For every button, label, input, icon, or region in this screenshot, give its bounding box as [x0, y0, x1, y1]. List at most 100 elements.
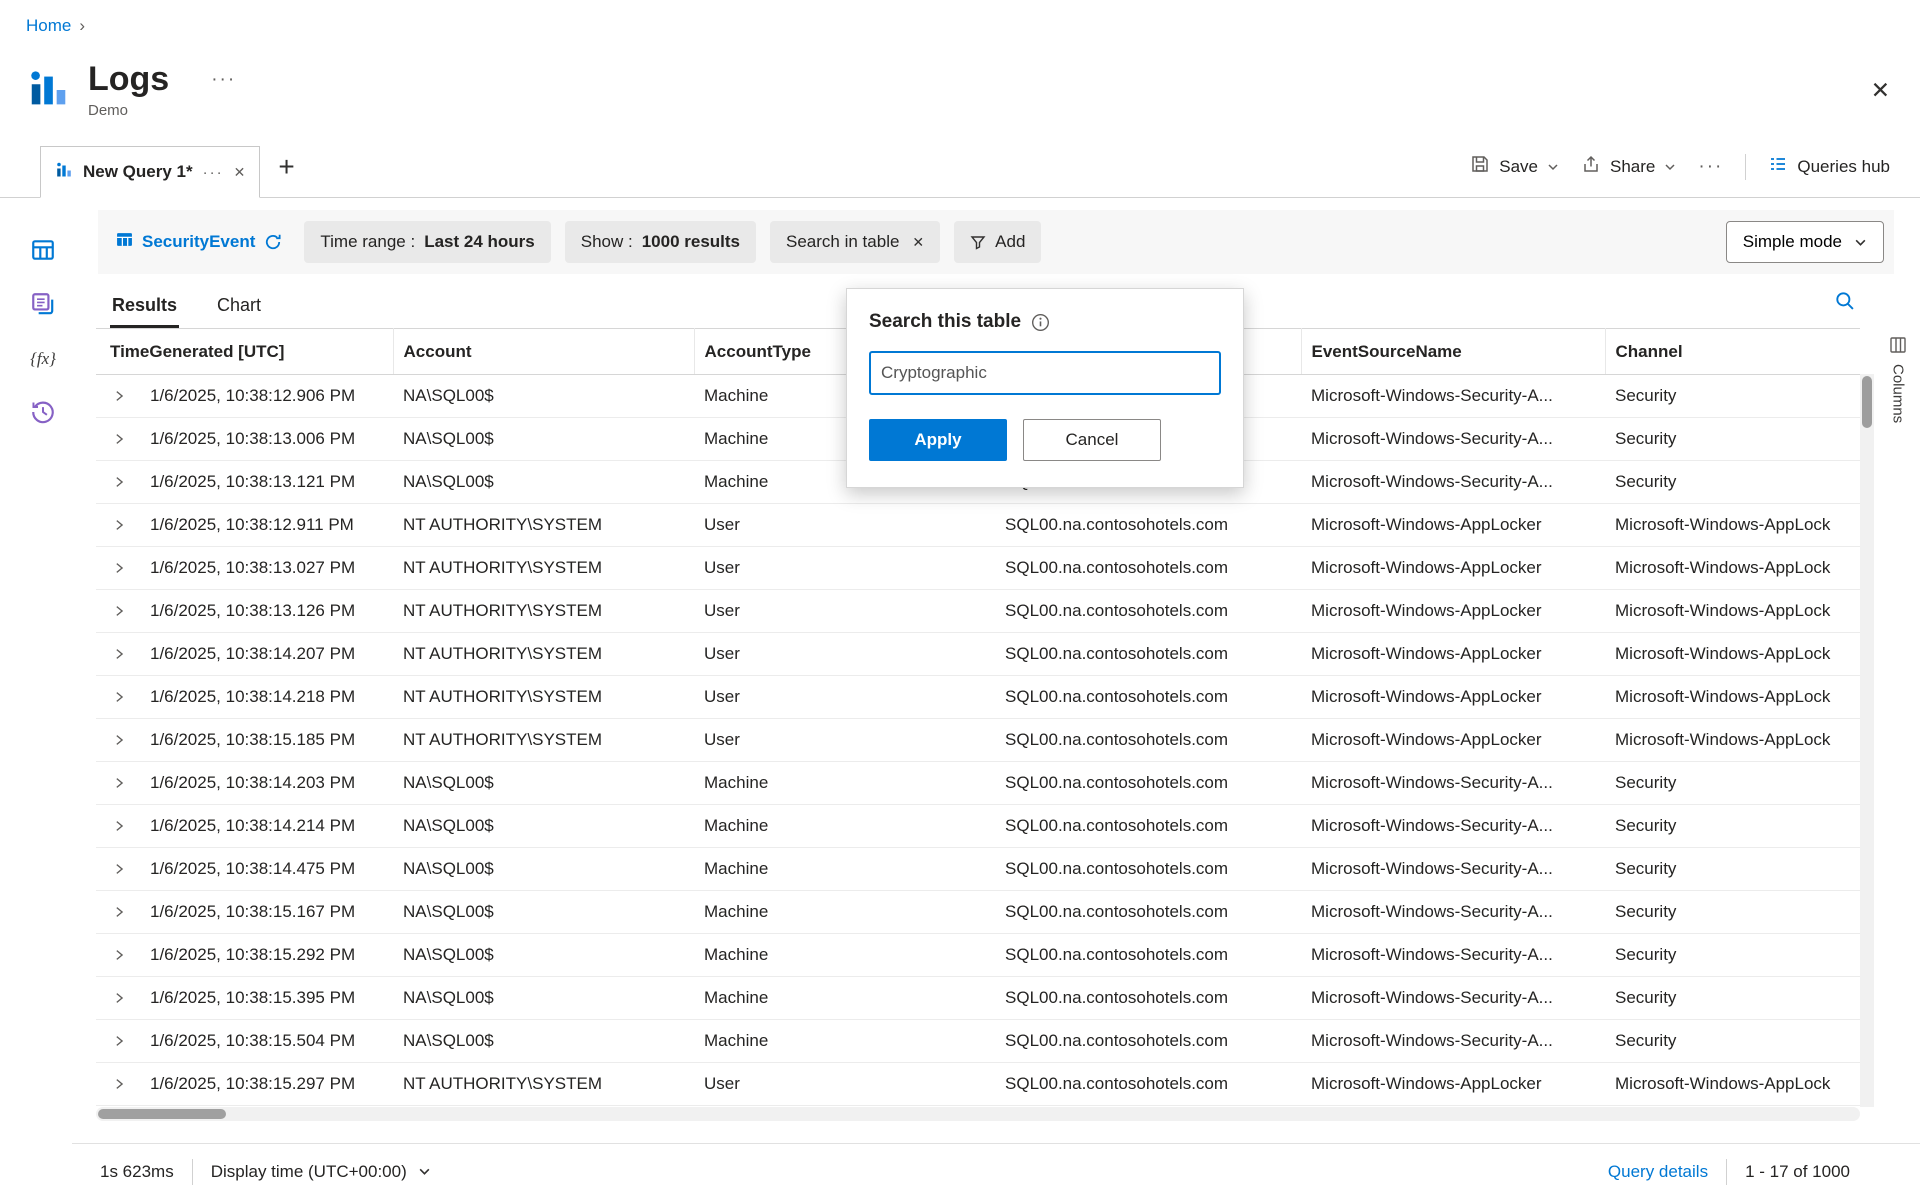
column-header-account[interactable]: Account: [393, 329, 694, 375]
row-expand-chevron[interactable]: [96, 547, 140, 590]
row-expand-chevron[interactable]: [96, 1063, 140, 1106]
left-sidebar: {fx}: [0, 198, 72, 1199]
columns-icon[interactable]: [1889, 336, 1907, 354]
tab-close-button[interactable]: ✕: [234, 164, 246, 181]
cell-computer: SQL00.na.contosohotels.com: [995, 590, 1301, 633]
cell-channel: Microsoft-Windows-AppLock: [1605, 547, 1860, 590]
row-expand-chevron[interactable]: [96, 461, 140, 504]
search-table-popup: Search this table Apply Cancel: [846, 288, 1244, 488]
cell-time: 1/6/2025, 10:38:14.203 PM: [140, 762, 393, 805]
apply-button[interactable]: Apply: [869, 419, 1007, 461]
table-row[interactable]: 1/6/2025, 10:38:14.214 PMNA\SQL00$Machin…: [96, 805, 1860, 848]
new-tab-button[interactable]: +: [278, 153, 294, 181]
header-more-button[interactable]: ···: [211, 69, 236, 91]
table-row[interactable]: 1/6/2025, 10:38:15.297 PMNT AUTHORITY\SY…: [96, 1063, 1860, 1106]
column-header-timegenerated[interactable]: TimeGenerated [UTC]: [96, 329, 393, 375]
table-row[interactable]: 1/6/2025, 10:38:13.027 PMNT AUTHORITY\SY…: [96, 547, 1860, 590]
cell-account-type: User: [694, 590, 995, 633]
functions-icon: {fx}: [30, 349, 56, 369]
share-button[interactable]: Share: [1581, 154, 1676, 179]
table-row[interactable]: 1/6/2025, 10:38:15.292 PMNA\SQL00$Machin…: [96, 934, 1860, 977]
row-expand-chevron[interactable]: [96, 805, 140, 848]
row-expand-chevron[interactable]: [96, 418, 140, 461]
query-tab[interactable]: New Query 1* ··· ✕: [40, 146, 260, 198]
search-table-input[interactable]: [869, 351, 1221, 395]
row-expand-chevron[interactable]: [96, 375, 140, 418]
close-icon[interactable]: ✕: [1871, 77, 1890, 104]
table-selector[interactable]: SecurityEvent: [108, 231, 290, 253]
row-expand-chevron[interactable]: [96, 504, 140, 547]
table-row[interactable]: 1/6/2025, 10:38:14.218 PMNT AUTHORITY\SY…: [96, 676, 1860, 719]
row-expand-chevron[interactable]: [96, 676, 140, 719]
table-row[interactable]: 1/6/2025, 10:38:15.167 PMNA\SQL00$Machin…: [96, 891, 1860, 934]
tab-chart[interactable]: Chart: [215, 285, 263, 328]
result-range: 1 - 17 of 1000: [1745, 1162, 1850, 1182]
query-details-link[interactable]: Query details: [1608, 1162, 1708, 1182]
vertical-scrollbar[interactable]: [1860, 374, 1874, 1107]
sidebar-tables-button[interactable]: [28, 236, 58, 266]
table-row[interactable]: 1/6/2025, 10:38:14.207 PMNT AUTHORITY\SY…: [96, 633, 1860, 676]
breadcrumb-home-link[interactable]: Home: [26, 16, 71, 36]
row-expand-chevron[interactable]: [96, 848, 140, 891]
save-button[interactable]: Save: [1470, 154, 1559, 179]
show-label: Show :: [581, 232, 633, 252]
show-results-pill[interactable]: Show : 1000 results: [565, 221, 756, 263]
row-expand-chevron[interactable]: [96, 633, 140, 676]
vertical-scrollbar-thumb[interactable]: [1862, 376, 1872, 428]
cell-computer: SQL00.na.contosohotels.com: [995, 547, 1301, 590]
column-header-eventsourcename[interactable]: EventSourceName: [1301, 329, 1605, 375]
tab-results[interactable]: Results: [110, 285, 179, 328]
cell-event-source: Microsoft-Windows-Security-A...: [1301, 375, 1605, 418]
info-icon[interactable]: [1031, 313, 1050, 332]
cell-channel: Security: [1605, 891, 1860, 934]
cell-time: 1/6/2025, 10:38:14.475 PM: [140, 848, 393, 891]
queries-hub-button[interactable]: Queries hub: [1768, 154, 1890, 179]
table-row[interactable]: 1/6/2025, 10:38:14.203 PMNA\SQL00$Machin…: [96, 762, 1860, 805]
refresh-icon[interactable]: [264, 233, 282, 251]
cell-computer: SQL00.na.contosohotels.com: [995, 805, 1301, 848]
column-header-channel[interactable]: Channel: [1605, 329, 1860, 375]
table-row[interactable]: 1/6/2025, 10:38:15.504 PMNA\SQL00$Machin…: [96, 1020, 1860, 1063]
cell-computer: SQL00.na.contosohotels.com: [995, 633, 1301, 676]
cell-channel: Microsoft-Windows-AppLock: [1605, 676, 1860, 719]
cancel-button[interactable]: Cancel: [1023, 419, 1161, 461]
cell-account: NT AUTHORITY\SYSTEM: [393, 1063, 694, 1106]
tabbar-more-button[interactable]: ···: [1698, 156, 1723, 178]
columns-rail: Columns: [1876, 332, 1920, 423]
table-row[interactable]: 1/6/2025, 10:38:15.185 PMNT AUTHORITY\SY…: [96, 719, 1860, 762]
row-expand-chevron[interactable]: [96, 590, 140, 633]
display-time-dropdown[interactable]: Display time (UTC+00:00): [211, 1162, 431, 1182]
search-icon[interactable]: [1834, 290, 1856, 312]
cell-account: NA\SQL00$: [393, 418, 694, 461]
cell-event-source: Microsoft-Windows-Security-A...: [1301, 461, 1605, 504]
cell-computer: SQL00.na.contosohotels.com: [995, 719, 1301, 762]
sidebar-queries-button[interactable]: [28, 290, 58, 320]
table-row[interactable]: 1/6/2025, 10:38:12.911 PMNT AUTHORITY\SY…: [96, 504, 1860, 547]
row-expand-chevron[interactable]: [96, 977, 140, 1020]
row-expand-chevron[interactable]: [96, 719, 140, 762]
popup-title: Search this table: [869, 311, 1021, 333]
remove-filter-icon[interactable]: ✕: [912, 234, 924, 251]
tab-more-button[interactable]: ···: [203, 164, 224, 181]
table-row[interactable]: 1/6/2025, 10:38:14.475 PMNA\SQL00$Machin…: [96, 848, 1860, 891]
table-row[interactable]: 1/6/2025, 10:38:13.126 PMNT AUTHORITY\SY…: [96, 590, 1860, 633]
cell-time: 1/6/2025, 10:38:14.218 PM: [140, 676, 393, 719]
cell-computer: SQL00.na.contosohotels.com: [995, 1020, 1301, 1063]
row-expand-chevron[interactable]: [96, 762, 140, 805]
horizontal-scrollbar-thumb[interactable]: [98, 1109, 226, 1119]
display-time-label: Display time (UTC+00:00): [211, 1162, 407, 1182]
chevron-down-icon: [418, 1165, 431, 1178]
search-in-table-pill[interactable]: Search in table ✕: [770, 221, 940, 263]
add-filter-pill[interactable]: Add: [954, 221, 1041, 263]
simple-mode-dropdown[interactable]: Simple mode: [1726, 221, 1884, 263]
columns-label[interactable]: Columns: [1890, 364, 1907, 423]
sidebar-history-button[interactable]: [28, 398, 58, 428]
horizontal-scrollbar[interactable]: [96, 1107, 1860, 1121]
row-expand-chevron[interactable]: [96, 1020, 140, 1063]
time-range-pill[interactable]: Time range : Last 24 hours: [304, 221, 550, 263]
row-expand-chevron[interactable]: [96, 891, 140, 934]
row-expand-chevron[interactable]: [96, 934, 140, 977]
sidebar-functions-button[interactable]: {fx}: [28, 344, 58, 374]
table-row[interactable]: 1/6/2025, 10:38:15.395 PMNA\SQL00$Machin…: [96, 977, 1860, 1020]
save-icon: [1470, 154, 1490, 179]
